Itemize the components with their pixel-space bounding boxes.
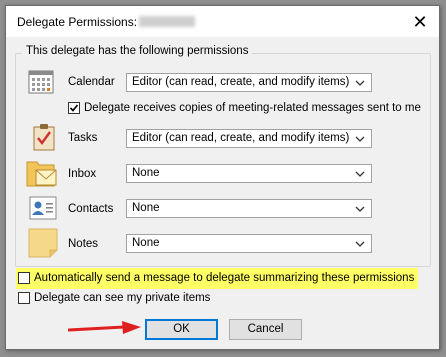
tasks-label: Tasks [68, 132, 98, 144]
cancel-button[interactable]: Cancel [229, 319, 302, 340]
calendar-icon [28, 69, 54, 98]
tasks-icon [32, 123, 56, 154]
chevron-down-icon [355, 241, 365, 247]
red-arrow-icon [68, 321, 141, 334]
contacts-label: Contacts [68, 203, 114, 215]
contacts-icon [29, 196, 57, 223]
calendar-permission-select[interactable]: Editor (can read, create, and modify ite… [126, 73, 372, 92]
chevron-down-icon [355, 136, 365, 142]
tasks-permission-select[interactable]: Editor (can read, create, and modify ite… [126, 129, 372, 148]
ok-button[interactable]: OK [145, 319, 218, 340]
close-button[interactable]: ✕ [405, 10, 435, 34]
chevron-down-icon [355, 206, 365, 212]
inbox-permission-select[interactable]: None [126, 164, 372, 183]
inbox-label: Inbox [68, 168, 97, 180]
notes-label: Notes [68, 238, 99, 250]
meeting-copies-checkbox[interactable] [68, 102, 80, 114]
auto-send-checkbox[interactable] [18, 272, 30, 284]
checkmark-icon [69, 104, 79, 112]
calendar-permission-value: Editor (can read, create, and modify ite… [132, 76, 350, 88]
notes-icon [28, 228, 58, 261]
chevron-down-icon [355, 80, 365, 86]
notes-permission-value: None [132, 237, 160, 249]
inbox-icon [26, 158, 58, 191]
chevron-down-icon [355, 171, 365, 177]
delegate-permissions-dialog: Delegate Permissions: ✕ This delegate ha… [5, 5, 440, 350]
tasks-permission-value: Editor (can read, create, and modify ite… [132, 132, 350, 144]
meeting-copies-label: Delegate receives copies of meeting-rela… [84, 102, 421, 114]
permissions-group-label: This delegate has the following permissi… [22, 45, 253, 57]
notes-permission-select[interactable]: None [126, 234, 372, 253]
contacts-permission-select[interactable]: None [126, 199, 372, 218]
contacts-permission-value: None [132, 202, 160, 214]
auto-send-label: Automatically send a message to delegate… [34, 272, 415, 284]
title-bar: Delegate Permissions: ✕ [6, 6, 439, 37]
calendar-label: Calendar [68, 76, 115, 88]
dialog-title: Delegate Permissions: [17, 15, 138, 29]
private-items-checkbox[interactable] [18, 292, 30, 304]
redacted-delegate-name [139, 16, 195, 27]
inbox-permission-value: None [132, 167, 160, 179]
private-items-label: Delegate can see my private items [34, 292, 211, 304]
